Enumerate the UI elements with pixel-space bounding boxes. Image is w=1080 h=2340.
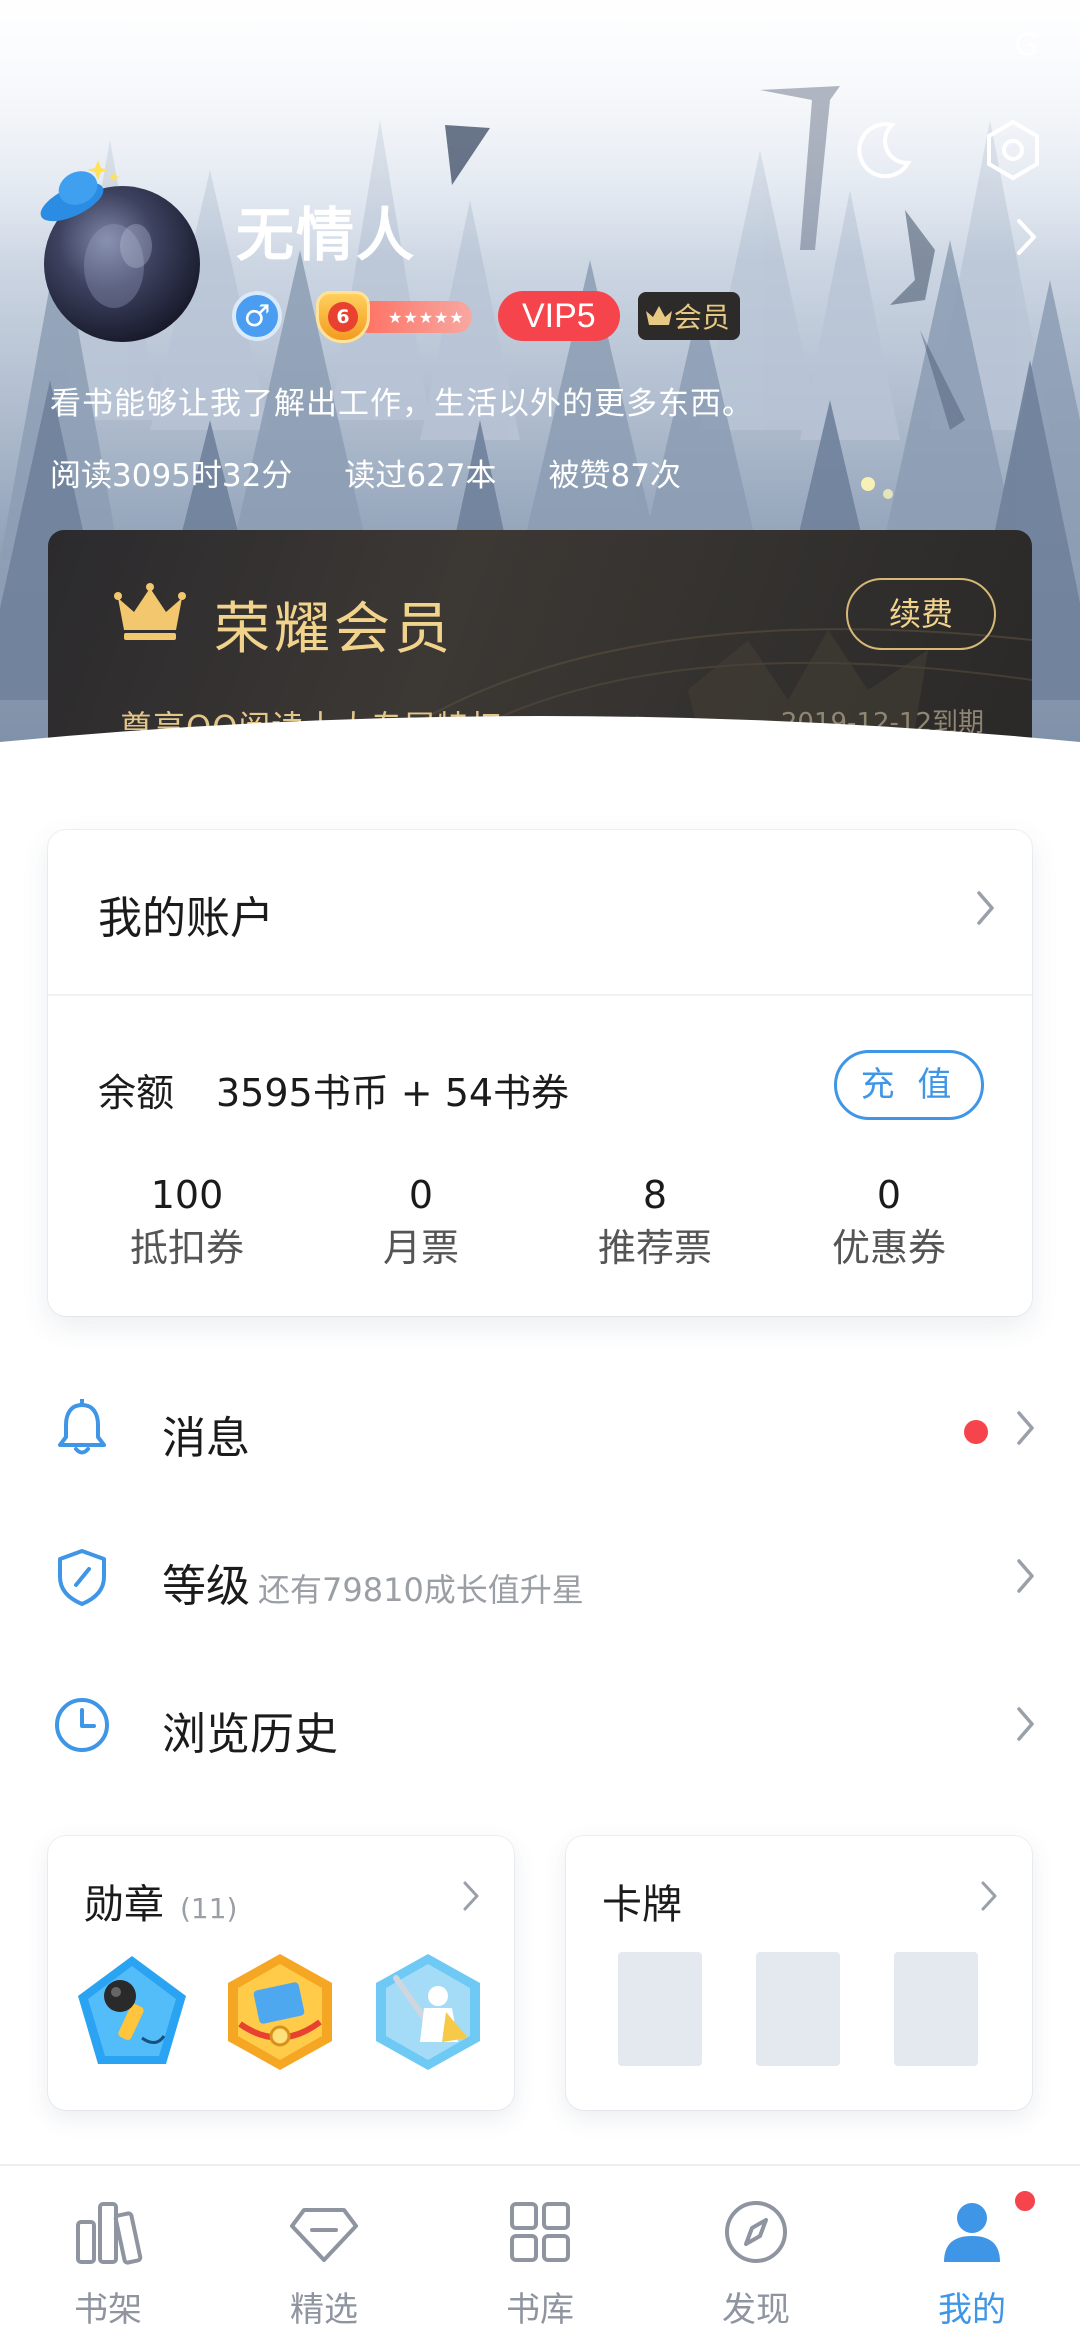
nav-label: 书架 [74, 2290, 142, 2330]
level-progress-text: 还有79810成长值升星 [258, 1571, 584, 1609]
chevron-right-icon [463, 1881, 479, 1911]
cards-tile[interactable]: 卡牌 [566, 1836, 1032, 2110]
ticket-deduction-coupon[interactable]: 100 抵扣券 [70, 1170, 304, 1276]
card-slot [756, 1952, 840, 2066]
member-badge-label: 会员 [673, 301, 730, 334]
chevron-right-icon[interactable] [1016, 218, 1038, 256]
reading-time: 阅读3095时32分 [50, 458, 293, 494]
night-mode-button[interactable] [843, 110, 923, 190]
shield-icon [58, 1549, 106, 1606]
nav-label: 我的 [938, 2290, 1006, 2330]
profile-page: G 无情人 ♂ ★★★★★ 6 VIP5 会员 看书能够让我了解出工作，生活以外… [0, 0, 1080, 2340]
ticket-summary: 100 抵扣券 0 月票 8 推荐票 0 优惠券 [48, 1170, 1032, 1276]
card-slot [894, 1952, 978, 2066]
menu-label: 浏览历史 [162, 1709, 338, 1760]
settings-button[interactable] [973, 110, 1053, 190]
status-bar: G [1014, 28, 1040, 63]
chevron-right-icon [981, 1881, 997, 1911]
nav-me[interactable]: 我的 [864, 2166, 1080, 2340]
ticket-discount-coupon[interactable]: 0 优惠券 [772, 1170, 1006, 1276]
nav-label: 精选 [290, 2290, 358, 2330]
hat-decoration-icon [40, 160, 120, 222]
diamond-icon [290, 2208, 358, 2262]
person-icon [944, 2203, 1000, 2262]
nav-library[interactable]: 书库 [432, 2166, 648, 2340]
menu-item-level[interactable]: 等级 还有79810成长值升星 [0, 1512, 1080, 1642]
unread-dot [964, 1420, 988, 1444]
level-badge[interactable]: ★★★★★ 6 [308, 291, 474, 343]
level-shield-icon: 6 [316, 291, 370, 343]
header-curve-divider [0, 716, 1080, 780]
ticket-value: 8 [642, 1173, 668, 1217]
ticket-value: 0 [876, 1173, 902, 1217]
nav-label: 发现 [722, 2290, 790, 2330]
nav-bookshelf[interactable]: 书架 [0, 2166, 216, 2340]
compass-icon [725, 2201, 787, 2263]
menu-item-messages[interactable]: 消息 [0, 1364, 1080, 1494]
ticket-monthly-vote[interactable]: 0 月票 [304, 1170, 538, 1276]
cards-title: 卡牌 [602, 1882, 682, 1928]
warrior-medal-icon [376, 1954, 480, 2070]
recharge-button[interactable]: 充 值 [834, 1050, 984, 1120]
username[interactable]: 无情人 [236, 188, 416, 272]
microphone-medal-icon [78, 1956, 186, 2064]
chevron-right-icon [1017, 1559, 1034, 1593]
bookshelf-icon [76, 2202, 143, 2265]
nav-discover[interactable]: 发现 [648, 2166, 864, 2340]
nav-featured[interactable]: 精选 [216, 2166, 432, 2340]
medals-title: 勋章 (11) [84, 1882, 238, 1928]
vip-crown-icon [114, 583, 186, 640]
clock-icon [55, 1698, 109, 1752]
vip-title: 荣耀会员 [214, 597, 454, 662]
balance-label: 余额 [98, 1071, 175, 1115]
ticket-label: 推荐票 [597, 1226, 712, 1270]
member-badge[interactable]: 会员 [637, 292, 740, 340]
balance-value: 3595书币 + 54书券 [216, 1071, 570, 1115]
notification-dot [1012, 2188, 1038, 2214]
ticket-label: 月票 [382, 1226, 459, 1270]
chevron-right-icon [977, 891, 994, 925]
profile-header: G 无情人 ♂ ★★★★★ 6 VIP5 会员 看书能够让我了解出工作，生活以外… [0, 0, 1080, 780]
account-card: 我的账户 余额 3595书币 + 54书券 充 值 100 抵扣券 0 月票 8… [48, 830, 1032, 1316]
ticket-label: 抵扣券 [129, 1226, 244, 1270]
bottom-navigation: 书架 精选 书库 发现 我的 [0, 2164, 1080, 2340]
renew-button[interactable]: 续费 [846, 578, 996, 650]
profile-bio: 看书能够让我了解出工作，生活以外的更多东西。 [50, 386, 754, 422]
crown-icon [645, 306, 672, 325]
profile-badges: ♂ ★★★★★ 6 VIP5 会员 [232, 288, 740, 344]
avatar-button[interactable] [40, 150, 210, 342]
settings-hexagon-icon [987, 119, 1039, 181]
bell-icon [58, 1399, 106, 1455]
gender-male-icon: ♂ [232, 291, 282, 341]
chevron-right-icon [1017, 1707, 1034, 1741]
moon-icon [857, 122, 912, 179]
my-account-row[interactable]: 我的账户 [48, 830, 1032, 996]
ticket-value: 0 [408, 1173, 434, 1217]
books-read: 读过627本 [344, 458, 497, 494]
nav-label: 书库 [506, 2290, 574, 2330]
menu-label: 消息 [162, 1413, 250, 1464]
menu-item-history[interactable]: 浏览历史 [0, 1660, 1080, 1790]
reading-stats: 阅读3095时32分 读过627本 被赞87次 [50, 450, 733, 495]
card-slot [618, 1952, 702, 2066]
medals-tile[interactable]: 勋章 (11) [48, 1836, 514, 2110]
medals-count: (11) [180, 1892, 238, 1925]
vip-level-badge[interactable]: VIP5 [498, 291, 620, 341]
level-number: 6 [328, 302, 358, 332]
chevron-right-icon [1017, 1411, 1034, 1445]
ticket-value: 100 [150, 1173, 224, 1217]
level-stars: ★★★★★ [352, 301, 472, 333]
account-title: 我的账户 [98, 893, 274, 944]
likes-count: 被赞87次 [548, 458, 681, 494]
menu-label: 等级 还有79810成长值升星 [162, 1561, 584, 1612]
grid-icon [510, 2202, 570, 2262]
reading-medal-icon [228, 1954, 332, 2070]
ticket-recommend-vote[interactable]: 8 推荐票 [538, 1170, 772, 1276]
ticket-label: 优惠券 [831, 1226, 946, 1270]
